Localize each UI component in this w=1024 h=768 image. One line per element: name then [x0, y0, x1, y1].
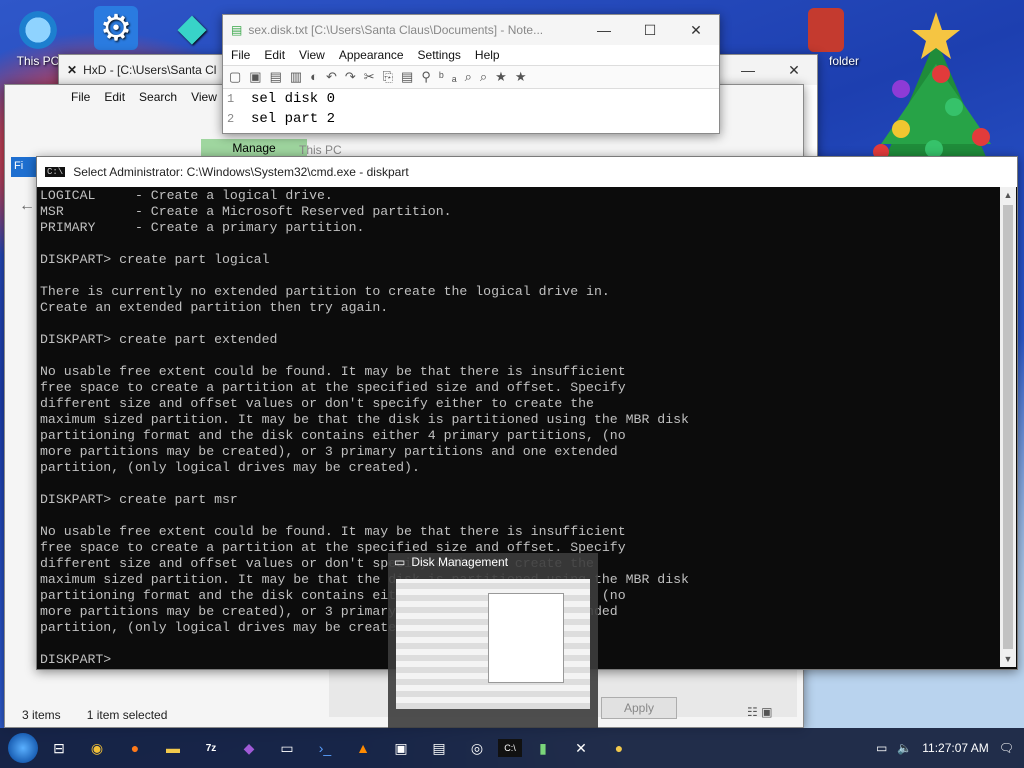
menu-help[interactable]: Help [475, 48, 500, 62]
view-details-icon[interactable]: ☷ ▣ [747, 705, 772, 719]
line-text: sel disk 0 [251, 91, 336, 107]
line-text: sel part 2 [251, 111, 336, 127]
menu-file[interactable]: File [231, 48, 250, 62]
thumbnail-dialog [488, 593, 564, 683]
notepad-app-icon: ▤ [231, 23, 243, 37]
minimize-icon[interactable]: — [725, 55, 771, 85]
menu-edit[interactable]: Edit [104, 90, 125, 104]
cmd-title: Select Administrator: C:\Windows\System3… [73, 165, 409, 179]
notepadpp-icon[interactable]: ▮ [526, 731, 560, 765]
volume-icon[interactable]: 🔈 [897, 741, 912, 755]
file-explorer-icon[interactable]: ▬ [156, 731, 190, 765]
line-number: 1 [227, 92, 235, 106]
monitor-icon [16, 8, 60, 52]
menu-view[interactable]: View [191, 90, 217, 104]
disk-icon: ▭ [394, 555, 406, 569]
close-icon[interactable]: ✕ [771, 55, 817, 85]
menu-edit[interactable]: Edit [264, 48, 285, 62]
maximize-icon[interactable]: ☐ [627, 15, 673, 45]
cmd-app-icon: C:\ [45, 167, 66, 177]
thumbnail-header: ▭ Disk Management [388, 553, 598, 571]
hxd-app-icon: ✕ [67, 63, 78, 77]
powershell-icon[interactable]: ›_ [308, 731, 342, 765]
ribbon-manage-tab[interactable]: Manage [201, 139, 307, 157]
notepad-title: sex.disk.txt [C:\Users\Santa Claus\Docum… [248, 23, 544, 37]
apply-button[interactable]: Apply [601, 697, 677, 719]
vlc-icon[interactable]: ▲ [346, 731, 380, 765]
cmd-titlebar[interactable]: C:\ Select Administrator: C:\Windows\Sys… [37, 157, 1017, 187]
chrome-icon[interactable]: ◉ [80, 731, 114, 765]
system-tray: ▭ 🔈 11:27:07 AM 🗨 [876, 728, 1024, 768]
scroll-up-icon[interactable]: ▲ [1000, 187, 1016, 203]
scroll-down-icon[interactable]: ▼ [1000, 651, 1016, 667]
paint-icon[interactable]: ● [602, 731, 636, 765]
file-tab[interactable]: Fi [11, 157, 39, 177]
app-icon[interactable]: ◆ [232, 731, 266, 765]
menu-search[interactable]: Search [139, 90, 177, 104]
cmd-taskbar-icon[interactable]: C:\ [498, 739, 522, 757]
monitor-tray-icon[interactable]: ▭ [876, 741, 887, 755]
close-icon[interactable]: ✕ [673, 15, 719, 45]
notepad-editor[interactable]: 1 sel disk 0 2 sel part 2 [223, 89, 719, 129]
notepad-taskbar-icon[interactable]: ▭ [270, 731, 304, 765]
task-view-icon[interactable]: ⊟ [42, 731, 76, 765]
diamond-icon: ◆ [177, 7, 207, 49]
taskbar-thumbnail-preview[interactable]: ▭ Disk Management [388, 553, 598, 728]
menu-view[interactable]: View [299, 48, 325, 62]
notepad-menubar: File Edit View Appearance Settings Help [223, 45, 719, 65]
disk-management-icon[interactable]: ▤ [422, 731, 456, 765]
diamond-desktop-icon[interactable]: ◆ [162, 6, 222, 52]
desktop-icon-label: This PC [16, 54, 60, 68]
menu-file[interactable]: File [71, 90, 90, 104]
notepad-titlebar[interactable]: ▤ sex.disk.txt [C:\Users\Santa Claus\Doc… [223, 15, 719, 45]
gear-icon: ⚙ [94, 6, 138, 50]
menu-appearance[interactable]: Appearance [339, 48, 404, 62]
minimize-icon[interactable]: — [581, 15, 627, 45]
clock[interactable]: 11:27:07 AM [922, 741, 989, 755]
notification-icon[interactable]: 🗨 [999, 741, 1014, 755]
folder-icon [808, 8, 844, 52]
taskbar: ⊟ ◉ ● ▬ 7z ◆ ▭ ›_ ▲ ▣ ▤ ◎ C:\ ▮ ✕ ● ▭ 🔈 … [0, 728, 1024, 768]
line-number: 2 [227, 112, 235, 126]
menu-settings[interactable]: Settings [418, 48, 461, 62]
vertical-scrollbar[interactable]: ▲ ▼ [1000, 187, 1016, 667]
scroll-thumb[interactable] [1003, 205, 1013, 649]
browser-icon[interactable]: ◎ [460, 731, 494, 765]
editor-line: 1 sel disk 0 [227, 89, 719, 109]
settings-desktop-icon[interactable]: ⚙ [86, 6, 146, 52]
ribbon-title: This PC [299, 143, 342, 157]
firefox-icon[interactable]: ● [118, 731, 152, 765]
status-selected: 1 item selected [86, 708, 168, 722]
explorer-statusbar: 3 items 1 item selected [22, 708, 167, 722]
start-button[interactable] [8, 733, 38, 763]
window-icon[interactable]: ▣ [384, 731, 418, 765]
notepad-window[interactable]: ▤ sex.disk.txt [C:\Users\Santa Claus\Doc… [222, 14, 720, 134]
hxd-taskbar-icon[interactable]: ✕ [564, 731, 598, 765]
seven-zip-icon[interactable]: 7z [194, 731, 228, 765]
status-items: 3 items [22, 708, 61, 722]
thumbnail-image [396, 579, 590, 709]
back-arrow-icon[interactable]: ← [19, 197, 35, 215]
thumbnail-title: Disk Management [411, 555, 509, 569]
notepad-toolbar[interactable]: ▢▣▤▥◐↶↷✂⎘▤⚲ᵇₐ⌕⌕★★ [223, 65, 719, 89]
editor-line: 2 sel part 2 [227, 109, 719, 129]
